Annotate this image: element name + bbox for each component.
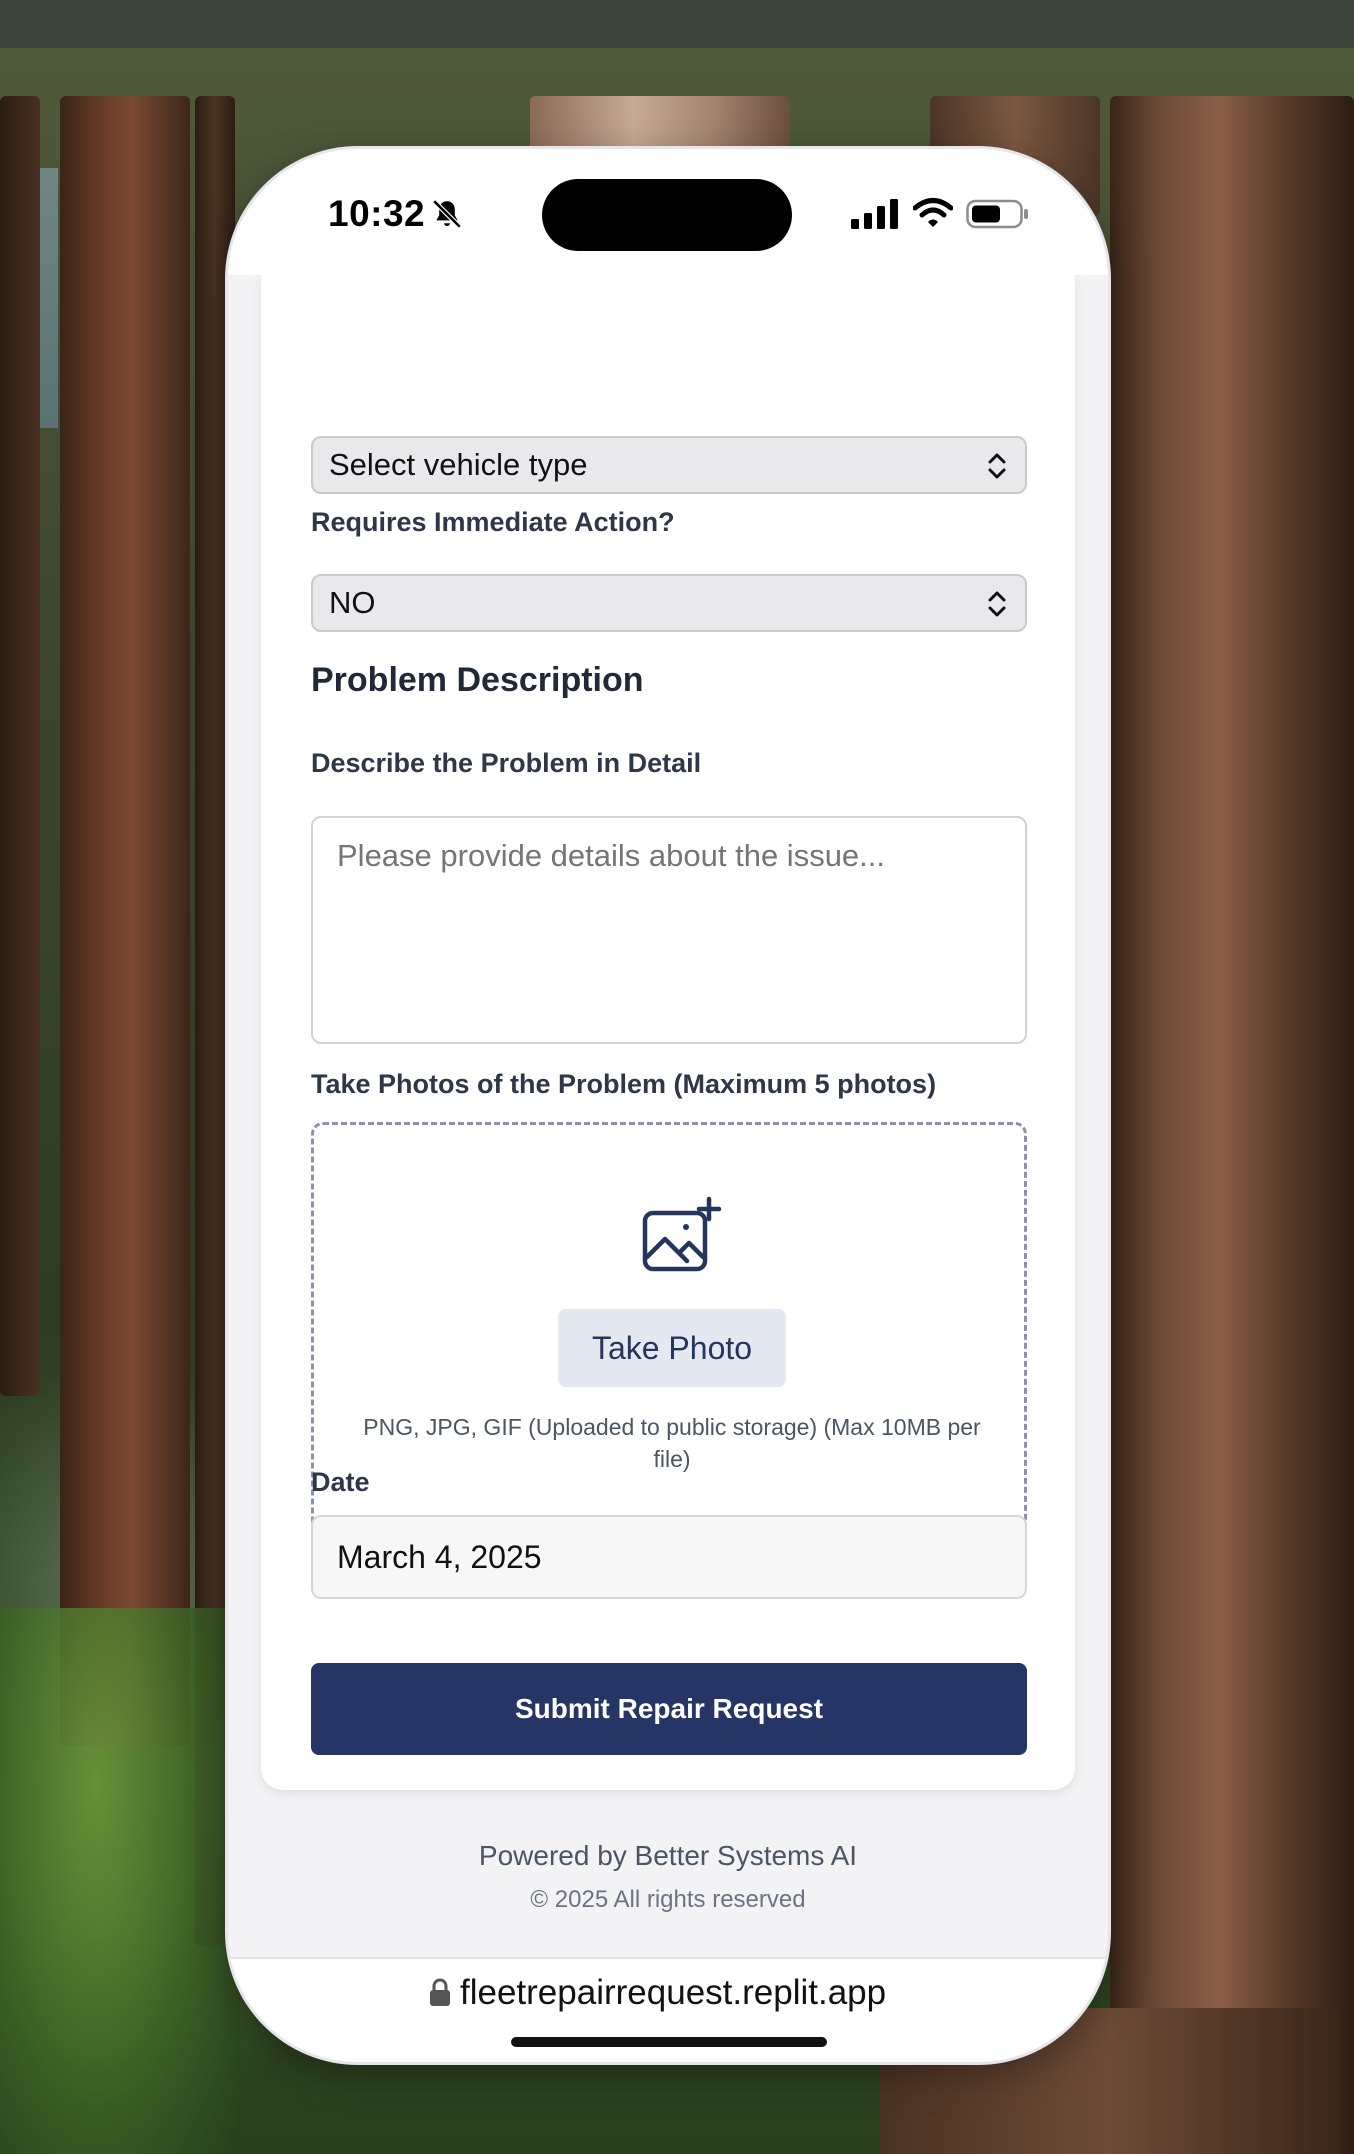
wallpaper-fern bbox=[0, 1608, 240, 2154]
browser-address-bar[interactable]: fleetrepairrequest.replit.app bbox=[228, 1957, 1108, 2062]
date-label: Date bbox=[311, 1467, 370, 1497]
lock-icon bbox=[430, 1978, 450, 2006]
bell-slash-icon bbox=[432, 199, 462, 229]
status-time: 10:32 bbox=[328, 193, 426, 234]
immediate-action-select[interactable]: NO bbox=[311, 574, 1027, 632]
home-indicator[interactable] bbox=[511, 2037, 827, 2047]
date-field[interactable]: March 4, 2025 bbox=[311, 1515, 1027, 1599]
wifi-icon bbox=[913, 198, 953, 227]
desktop-top-bar bbox=[0, 0, 1354, 48]
chevron-updown-icon bbox=[988, 453, 1006, 479]
file-type-note: PNG, JPG, GIF (Uploaded to public storag… bbox=[363, 1414, 981, 1472]
immediate-action-label: Requires Immediate Action? bbox=[311, 507, 675, 537]
wallpaper-trunk bbox=[1110, 96, 1354, 2154]
wallpaper-trunk bbox=[60, 96, 190, 1746]
take-photo-button[interactable]: Take Photo bbox=[558, 1309, 786, 1387]
dynamic-island bbox=[542, 179, 792, 251]
vehicle-type-value: Select vehicle type bbox=[329, 447, 588, 482]
status-bar: 10:32 bbox=[228, 149, 1108, 275]
problem-description-field[interactable] bbox=[311, 816, 1027, 1044]
add-image-icon bbox=[642, 1196, 722, 1272]
powered-by-text: Powered by Better Systems AI bbox=[478, 1840, 858, 1871]
photo-dropzone[interactable]: Take Photo PNG, JPG, GIF (Uploaded to pu… bbox=[311, 1122, 1027, 1545]
url-text[interactable]: fleetrepairrequest.replit.app bbox=[460, 1973, 886, 2013]
phone-frame: 10:32 Select vehicle type Requires Immed… bbox=[228, 149, 1108, 2062]
signal-icon bbox=[851, 199, 898, 229]
chevron-updown-icon bbox=[988, 591, 1006, 617]
battery-icon bbox=[966, 199, 1028, 229]
vehicle-type-select[interactable]: Select vehicle type bbox=[311, 436, 1027, 494]
section-title: Problem Description bbox=[311, 661, 644, 699]
copyright-text: © 2025 All rights reserved bbox=[530, 1886, 806, 1913]
repair-request-form: Select vehicle type Requires Immediate A… bbox=[261, 275, 1075, 1790]
wallpaper-trunk bbox=[0, 96, 40, 1396]
photos-label: Take Photos of the Problem (Maximum 5 ph… bbox=[311, 1069, 937, 1099]
submit-repair-request-button[interactable]: Submit Repair Request bbox=[311, 1663, 1027, 1755]
describe-problem-label: Describe the Problem in Detail bbox=[311, 748, 702, 778]
immediate-action-value: NO bbox=[329, 585, 376, 620]
